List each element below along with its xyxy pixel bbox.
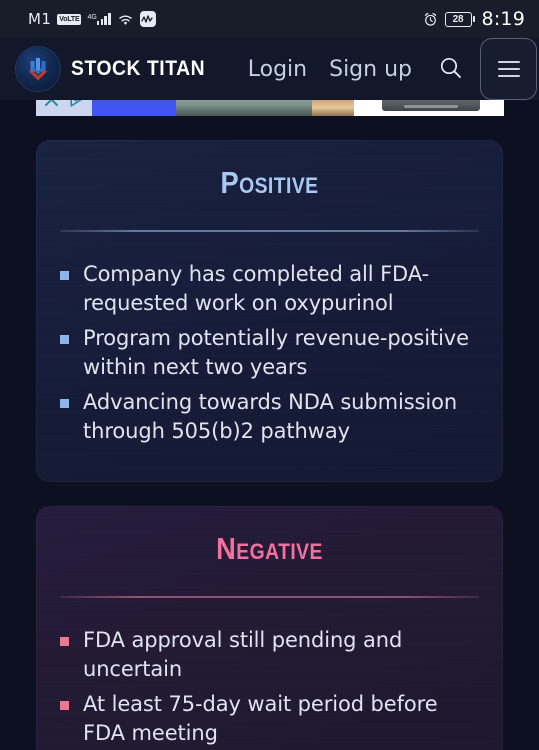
battery-indicator: 28 (444, 11, 475, 27)
negative-bullet-list: FDA approval still pending and uncertain… (60, 626, 479, 748)
battery-level-label: 28 (444, 11, 472, 27)
card-title-positive: Positive (220, 165, 319, 200)
list-item-text: Program potentially revenue-positive wit… (83, 326, 469, 380)
stock-titan-logo-icon (16, 47, 60, 91)
cellular-signal-icon: 4G (87, 13, 111, 25)
app-chip-icon (139, 11, 156, 27)
carrier-label: M1 (28, 10, 52, 28)
list-item-text: Advancing towards NDA submission through… (83, 390, 458, 444)
bullet-marker-icon (60, 271, 69, 281)
brand-name-label: STOCK TITAN (71, 57, 206, 80)
wifi-icon (117, 13, 134, 26)
bullet-marker-icon (60, 399, 69, 409)
login-link[interactable]: Login (248, 57, 307, 82)
list-item: Program potentially revenue-positive wit… (60, 324, 479, 382)
volte-badge: VoLTE (57, 13, 82, 25)
list-item: Advancing towards NDA submission through… (60, 388, 479, 446)
list-item-text: FDA approval still pending and uncertain (83, 628, 403, 682)
status-bar-right: 28 8:19 (423, 8, 525, 30)
search-icon (438, 55, 464, 84)
card-divider-negative (60, 596, 479, 599)
search-button[interactable] (434, 52, 468, 86)
network-type-label: 4G (87, 14, 97, 21)
card-title-negative: Negative (216, 531, 323, 567)
positive-bullet-list: Company has completed all FDA-requested … (60, 260, 479, 446)
list-item-text: Company has completed all FDA-requested … (83, 262, 430, 316)
hamburger-menu-icon-line (497, 67, 520, 71)
hamburger-menu-icon-line (497, 74, 520, 78)
battery-cap (472, 16, 475, 22)
status-bar-left: M1 VoLTE 4G (28, 10, 156, 28)
list-item: At least 75-day wait period before FDA m… (60, 690, 479, 748)
sentiment-card-negative: Negative FDA approval still pending and … (36, 506, 503, 750)
page-body: Positive Company has completed all FDA-r… (0, 116, 539, 750)
signup-link[interactable]: Sign up (329, 57, 412, 82)
hamburger-menu-icon-line (497, 60, 520, 64)
list-item: FDA approval still pending and uncertain (60, 626, 479, 684)
site-header: STOCK TITAN Login Sign up (0, 38, 539, 100)
hamburger-menu-button[interactable] (480, 38, 537, 100)
bullet-marker-icon (60, 335, 69, 345)
clock-label: 8:19 (481, 8, 525, 30)
alarm-clock-icon (423, 12, 438, 27)
card-divider-positive (60, 230, 479, 233)
list-item: Company has completed all FDA-requested … (60, 260, 479, 318)
list-item-text: At least 75-day wait period before FDA m… (83, 692, 438, 746)
bullet-marker-icon (60, 637, 69, 647)
status-bar: M1 VoLTE 4G 28 8:19 (0, 0, 539, 38)
header-nav: Login Sign up (248, 52, 480, 86)
bullet-marker-icon (60, 701, 69, 711)
sentiment-card-positive: Positive Company has completed all FDA-r… (36, 140, 503, 482)
brand-home-link[interactable]: STOCK TITAN (16, 47, 217, 91)
signal-bars-icon (96, 13, 111, 25)
